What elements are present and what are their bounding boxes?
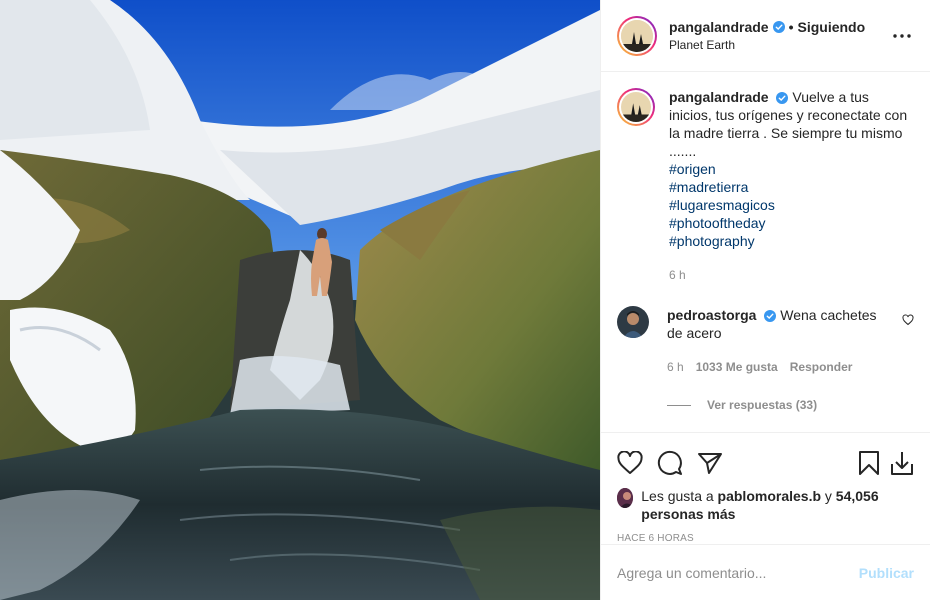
reply-button[interactable]: Responder bbox=[790, 358, 853, 376]
post-time-ago[interactable]: HACE 6 HORAS bbox=[617, 533, 914, 544]
add-comment-bar: Publicar bbox=[601, 544, 930, 600]
post-location[interactable]: Planet Earth bbox=[669, 38, 890, 52]
caption-username[interactable]: pangalandrade bbox=[669, 89, 769, 105]
download-icon[interactable] bbox=[886, 443, 914, 483]
post-photo[interactable] bbox=[0, 0, 600, 600]
share-paper-plane-icon[interactable] bbox=[697, 443, 737, 483]
hashtag-link[interactable]: #origen bbox=[669, 160, 914, 178]
separator-dot: • bbox=[788, 19, 794, 35]
likes-summary: Les gusta a pablomorales.b y 54,056 pers… bbox=[617, 487, 914, 523]
commenter-avatar[interactable] bbox=[617, 306, 649, 338]
author-username[interactable]: pangalandrade bbox=[669, 19, 769, 35]
author-avatar[interactable] bbox=[617, 15, 657, 56]
publish-button[interactable]: Publicar bbox=[859, 565, 914, 581]
hashtag-link[interactable]: #photography bbox=[669, 232, 914, 250]
photo-illustration bbox=[0, 0, 600, 600]
view-replies-button[interactable]: Ver respuestas (33) bbox=[667, 398, 914, 412]
likes-text: Les gusta a pablomorales.b y 54,056 pers… bbox=[641, 487, 914, 523]
like-comment-heart-icon[interactable] bbox=[902, 314, 914, 326]
view-replies-label: Ver respuestas (33) bbox=[707, 398, 818, 412]
caption-avatar[interactable] bbox=[617, 88, 655, 126]
likes-prefix: Les gusta a bbox=[641, 488, 714, 504]
instagram-post: pangalandrade • Siguiendo Planet Earth p… bbox=[0, 0, 930, 600]
caption-avatar-image bbox=[621, 92, 651, 122]
hashtag-link[interactable]: #lugaresmagicos bbox=[669, 196, 914, 214]
likes-connector: y bbox=[824, 488, 832, 504]
post-header: pangalandrade • Siguiendo Planet Earth bbox=[601, 0, 930, 72]
caption: pangalandrade Vuelve a tus inicios, tus … bbox=[617, 88, 914, 284]
comment-meta: 6 h 1033 Me gusta Responder bbox=[667, 358, 894, 376]
hashtag-link[interactable]: #photooftheday bbox=[669, 214, 914, 232]
hashtag-link[interactable]: #madretierra bbox=[669, 178, 914, 196]
comment-input[interactable] bbox=[617, 564, 859, 581]
follow-status-button[interactable]: Siguiendo bbox=[798, 19, 866, 35]
verified-badge-icon bbox=[776, 92, 789, 105]
verified-badge-icon bbox=[772, 21, 785, 33]
header-text: pangalandrade • Siguiendo Planet Earth bbox=[669, 19, 890, 52]
like-heart-icon[interactable] bbox=[617, 443, 657, 483]
comment-bubble-icon[interactable] bbox=[657, 443, 697, 483]
comment-item: pedroastorga Wena cachetes de acero 6 h … bbox=[617, 306, 914, 376]
liker-username[interactable]: pablomorales.b bbox=[718, 488, 821, 504]
save-bookmark-icon[interactable] bbox=[858, 443, 886, 483]
comment-likes[interactable]: 1033 Me gusta bbox=[696, 358, 778, 376]
more-options-icon[interactable] bbox=[890, 24, 914, 48]
commenter-username[interactable]: pedroastorga bbox=[667, 307, 756, 323]
caption-time[interactable]: 6 h bbox=[669, 266, 686, 284]
comments-section[interactable]: pangalandrade Vuelve a tus inicios, tus … bbox=[601, 72, 930, 432]
replies-line bbox=[667, 404, 691, 406]
comment-time[interactable]: 6 h bbox=[667, 358, 684, 376]
avatar-image bbox=[621, 19, 653, 52]
liker-avatar[interactable] bbox=[617, 488, 634, 508]
action-icons bbox=[617, 443, 914, 483]
caption-meta: 6 h bbox=[669, 266, 914, 284]
commenter-avatar-image bbox=[617, 306, 649, 338]
post-sidebar: pangalandrade • Siguiendo Planet Earth p… bbox=[600, 0, 930, 600]
verified-badge-icon bbox=[764, 310, 777, 323]
liker-avatar-image bbox=[617, 488, 634, 508]
